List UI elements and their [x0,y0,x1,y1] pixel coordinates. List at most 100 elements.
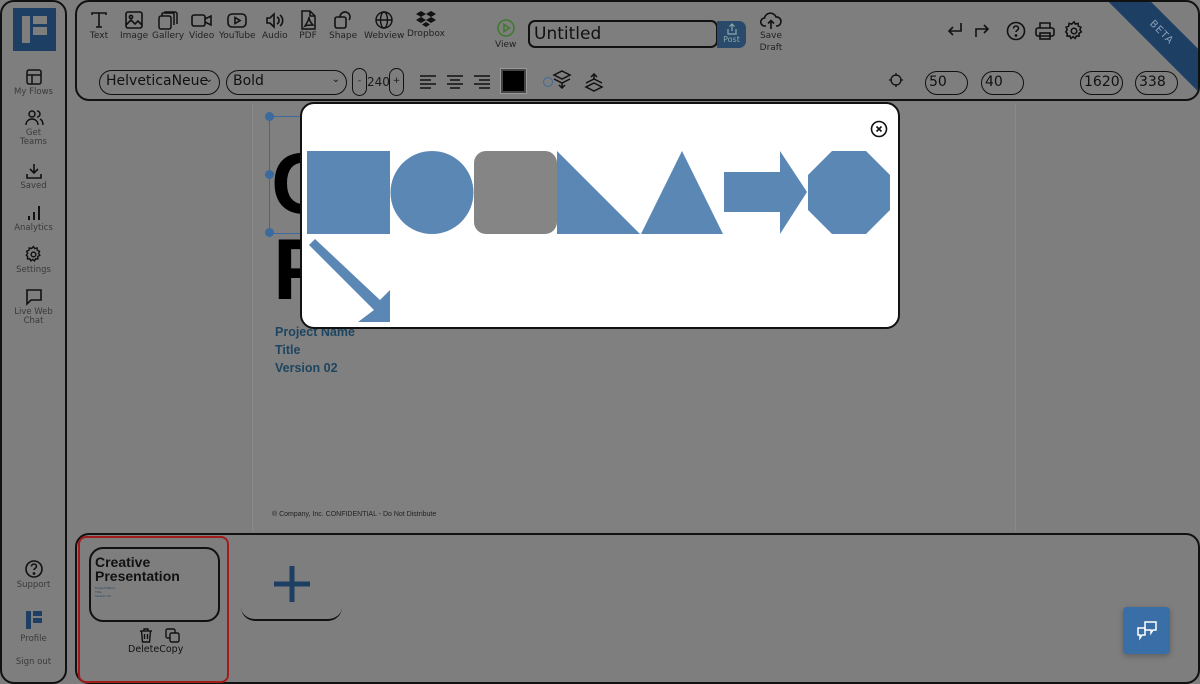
confidential-footer[interactable]: ® Company, Inc. CONFIDENTIAL - Do Not Di… [272,511,436,518]
y-position-field[interactable]: 40 [981,71,1024,95]
tool-gallery[interactable]: Gallery [152,10,184,41]
sign-out-label: Sign out [15,657,52,667]
tool-shape[interactable]: Shape [329,10,357,41]
undo-icon[interactable] [945,20,965,40]
slide-card[interactable]: Creative Presentation Project Name Title… [78,536,229,683]
post-button[interactable]: Post [717,21,746,48]
font-family-value: HelveticaNeue [106,73,209,89]
sidebar-item-analytics[interactable]: Analytics [2,204,65,233]
save-draft-button[interactable]: Save Draft [757,12,785,54]
rotate-handle[interactable] [543,77,553,87]
resize-handle[interactable] [265,170,274,179]
logo-icon [25,611,42,629]
sidebar-item-saved[interactable]: Saved [2,162,65,191]
chat-bubbles-icon [1137,621,1157,641]
height-field[interactable]: 338 [1135,71,1178,95]
align-left-icon[interactable] [419,74,437,90]
resize-handle[interactable] [265,112,274,121]
sidebar-item-label: My Flows [14,87,53,97]
trash-icon[interactable] [139,628,153,643]
tool-label: Image [120,31,149,41]
layer-down-icon[interactable] [552,69,572,89]
tool-pdf[interactable]: PDF [299,10,317,41]
font-size-decrement[interactable]: - [352,68,367,96]
shape-octagon[interactable] [808,151,890,234]
sidebar-item-label: Get Teams [20,128,47,147]
slide-thumbnail[interactable]: Creative Presentation Project Name Title… [89,547,220,622]
version-text[interactable]: Version 02 [275,361,338,375]
sidebar-item-get-teams[interactable]: Get Teams [2,109,65,147]
slide-panel: Creative Presentation Project Name Title… [75,533,1200,684]
title-text[interactable]: Title [275,343,300,357]
layout-icon [25,69,42,85]
tool-text[interactable]: Text [89,10,109,41]
font-size-value[interactable]: 240 [367,75,390,89]
sidebar-item-my-flows[interactable]: My Flows [2,68,65,97]
help-icon[interactable] [1005,20,1027,42]
tool-dropbox[interactable]: Dropbox [407,10,445,39]
settings-gear-icon[interactable] [1063,20,1085,42]
add-slide-button[interactable] [241,535,342,621]
align-center-icon[interactable] [446,74,464,90]
sidebar-item-label: Support [16,580,51,590]
tool-label: Gallery [152,31,185,41]
view-label: View [495,40,517,50]
copy-slide-button[interactable]: Copy [159,644,183,655]
width-field[interactable]: 1620 [1080,71,1123,95]
sidebar-item-live-web-chat[interactable]: Live Web Chat [2,288,65,326]
shape-arrow-down-right[interactable] [309,239,390,322]
resize-handle[interactable] [265,228,274,237]
view-button[interactable]: View [495,18,516,50]
layer-up-icon[interactable] [584,73,604,93]
gear-icon [25,245,41,263]
shape-triangle[interactable] [641,151,723,234]
tool-webview[interactable]: Webview [364,10,404,41]
tool-label: Video [189,31,215,41]
live-chat-button[interactable] [1123,607,1170,654]
post-label: Post [723,35,740,44]
sidebar-item-settings[interactable]: Settings [2,245,65,275]
gallery-icon [158,11,178,30]
app-logo[interactable] [13,8,56,51]
shape-circle[interactable] [390,151,474,234]
fill-color-swatch[interactable] [500,68,527,94]
title-input[interactable] [528,20,718,48]
tool-audio[interactable]: Audio [262,10,288,41]
delete-slide-button[interactable]: Delete [128,644,159,655]
tool-youtube[interactable]: YouTube [219,10,256,41]
copy-icon[interactable] [165,628,180,643]
sidebar-item-support[interactable]: Support [2,559,65,590]
video-icon [190,14,212,27]
shape-arrow-right[interactable] [724,151,807,234]
sidebar-item-label: Saved [20,181,47,191]
print-icon[interactable] [1034,20,1056,42]
crosshair-icon[interactable] [889,73,903,87]
tool-image[interactable]: Image [120,10,148,41]
shape-right-triangle[interactable] [557,151,640,234]
shape-square[interactable] [307,151,390,234]
font-weight-value: Bold [233,73,264,89]
youtube-icon [227,13,248,28]
sidebar-item-profile[interactable]: Profile [2,611,65,644]
tool-label: Audio [262,31,288,41]
tool-label: Dropbox [407,29,445,39]
sign-out-link[interactable]: Sign out [2,658,65,667]
align-right-icon[interactable] [473,74,491,90]
slide-actions: DeleteCopy [128,628,183,655]
bar-chart-icon [27,206,40,220]
x-position-field[interactable]: 50 [925,71,968,95]
cloud-upload-icon [760,12,782,29]
sidebar-item-label: Settings [16,265,51,275]
font-size-increment[interactable]: + [389,68,404,96]
tool-label: Shape [329,31,358,41]
shape-rounded-square[interactable] [474,151,557,234]
font-weight-select[interactable]: Bold ⌄ [226,70,347,95]
redo-icon[interactable] [972,20,992,40]
tool-label: YouTube [219,31,256,41]
tool-label: PDF [299,31,317,41]
shape-icon [334,11,351,29]
tool-video[interactable]: Video [189,10,214,41]
download-icon [25,164,42,179]
chevron-down-icon: ⌄ [204,74,213,85]
font-family-select[interactable]: HelveticaNeue ⌄ [99,70,220,95]
